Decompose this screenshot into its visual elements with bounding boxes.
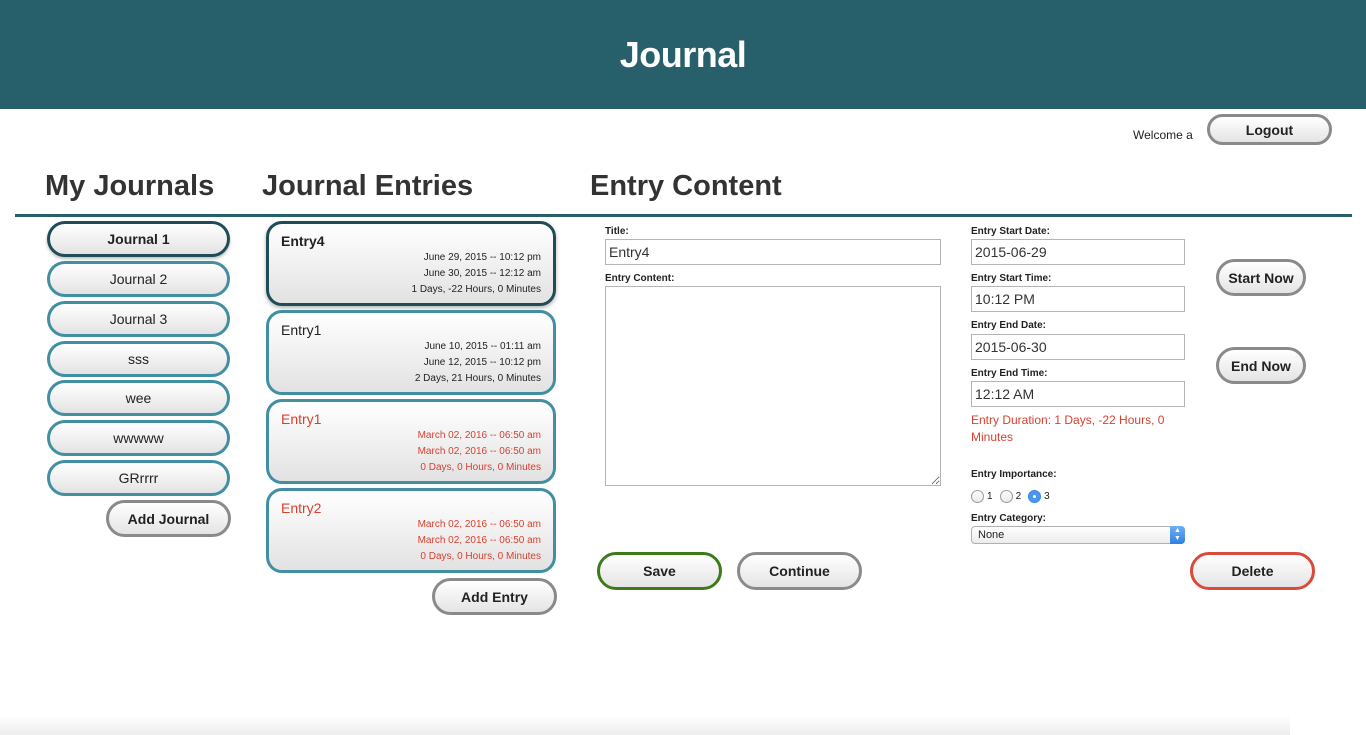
start-date-input[interactable] — [971, 239, 1185, 265]
importance-radio-group: 1 2 3 — [971, 488, 1057, 504]
entry-title: Entry2 — [281, 500, 322, 516]
end-date-label: Entry End Date: — [971, 320, 1047, 331]
entry-end: June 30, 2015 -- 12:12 am — [423, 268, 541, 279]
start-time-input[interactable] — [971, 286, 1185, 312]
start-time-label: Entry Start Time: — [971, 273, 1052, 284]
entry-duration: 1 Days, -22 Hours, 0 Minutes — [411, 284, 542, 295]
end-now-button[interactable]: End Now — [1216, 347, 1306, 384]
importance-option-label: 3 — [1044, 490, 1050, 502]
my-journals-heading: My Journals — [45, 170, 215, 202]
app-title: Journal — [619, 33, 747, 75]
entry-end: March 02, 2016 -- 06:50 am — [417, 535, 541, 546]
entry-title: Entry1 — [281, 322, 322, 338]
journal-item[interactable]: Journal 3 — [47, 301, 230, 337]
entry-content-label: Entry Content: — [605, 273, 675, 284]
importance-radio-2[interactable] — [999, 489, 1013, 503]
add-entry-button[interactable]: Add Entry — [432, 578, 557, 615]
entry-end: June 12, 2015 -- 10:12 pm — [423, 357, 541, 368]
entry-content-textarea[interactable] — [605, 286, 941, 486]
journal-item[interactable]: wwwww — [47, 420, 230, 456]
entry-card[interactable]: Entry1 June 10, 2015 -- 01:11 am June 12… — [266, 310, 556, 395]
entry-duration: 0 Days, 0 Hours, 0 Minutes — [420, 551, 541, 562]
entry-card[interactable]: Entry4 June 29, 2015 -- 10:12 pm June 30… — [266, 221, 556, 306]
select-arrows-icon: ▲ ▼ — [1170, 526, 1185, 544]
importance-label: Entry Importance: — [971, 469, 1057, 480]
end-time-label: Entry End Time: — [971, 368, 1048, 379]
journal-item[interactable]: Journal 1 — [47, 221, 230, 257]
start-now-button[interactable]: Start Now — [1216, 259, 1306, 296]
journal-item[interactable]: GRrrrr — [47, 460, 230, 496]
journal-item[interactable]: sss — [47, 341, 230, 377]
bottom-shadow — [0, 715, 1290, 735]
entry-title: Entry4 — [281, 233, 325, 249]
importance-radio-3[interactable] — [1028, 489, 1042, 503]
category-selected-value: None — [978, 529, 1005, 541]
end-time-input[interactable] — [971, 381, 1185, 407]
entry-card[interactable]: Entry2 March 02, 2016 -- 06:50 am March … — [266, 488, 556, 573]
entry-content-heading: Entry Content — [590, 170, 782, 202]
save-button[interactable]: Save — [597, 552, 722, 590]
entry-start: June 29, 2015 -- 10:12 pm — [423, 252, 541, 263]
entry-duration-text: Entry Duration: 1 Days, -22 Hours, 0 Min… — [971, 413, 1165, 444]
logout-button[interactable]: Logout — [1207, 114, 1332, 145]
importance-radio-1[interactable] — [971, 489, 984, 503]
entry-card[interactable]: Entry1 March 02, 2016 -- 06:50 am March … — [266, 399, 556, 484]
entry-start: June 10, 2015 -- 01:11 am — [424, 341, 541, 352]
journal-item[interactable]: wee — [47, 380, 230, 416]
journal-entries-heading: Journal Entries — [262, 170, 474, 202]
importance-option-label: 2 — [1015, 490, 1022, 502]
entry-start: March 02, 2016 -- 06:50 am — [417, 519, 541, 530]
header-divider — [15, 214, 1352, 217]
entry-title: Entry1 — [281, 411, 322, 427]
category-label: Entry Category: — [971, 513, 1047, 524]
delete-button[interactable]: Delete — [1190, 552, 1315, 590]
entry-start: March 02, 2016 -- 06:50 am — [417, 430, 541, 441]
entry-duration: 0 Days, 0 Hours, 0 Minutes — [420, 462, 541, 473]
journal-item[interactable]: Journal 2 — [47, 261, 230, 297]
welcome-text: Welcome a — [1133, 128, 1193, 142]
continue-button[interactable]: Continue — [737, 552, 862, 590]
entry-end: March 02, 2016 -- 06:50 am — [417, 446, 541, 457]
category-select[interactable]: None ▲ ▼ — [971, 526, 1185, 544]
end-date-input[interactable] — [971, 334, 1185, 360]
start-date-label: Entry Start Date: — [971, 226, 1050, 237]
title-input[interactable] — [605, 239, 941, 265]
importance-option-label: 1 — [987, 490, 993, 502]
title-label: Title: — [605, 226, 629, 237]
entry-duration: 2 Days, 21 Hours, 0 Minutes — [414, 373, 541, 384]
app-header: Journal — [0, 0, 1366, 109]
add-journal-button[interactable]: Add Journal — [106, 500, 231, 537]
